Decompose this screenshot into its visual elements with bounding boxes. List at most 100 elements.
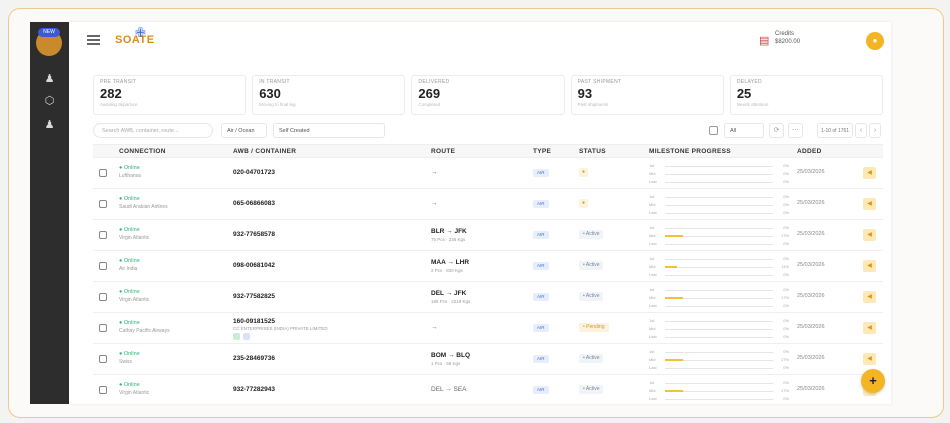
document-icon[interactable] (243, 333, 250, 340)
milestone-row: 1st 0% (649, 286, 789, 294)
row-checkbox[interactable] (99, 293, 107, 301)
milestone-label: Mid (649, 264, 656, 269)
prev-page-icon[interactable]: ‹ (855, 123, 867, 138)
next-page-icon[interactable]: › (869, 123, 881, 138)
table-row[interactable]: ● Online Virgin Atlantic 932-77658578 BLR →… (93, 220, 883, 251)
awb-number[interactable]: 020-04701723 (233, 169, 275, 176)
credits-icon[interactable]: ▤ (759, 34, 769, 47)
select-all-checkbox[interactable] (709, 126, 718, 135)
table-row[interactable]: ● Online Air India 098-00681042 MAA → LHR 2 … (93, 251, 883, 282)
route: BLR → JFK (431, 228, 467, 235)
milestone-label: Mid (649, 357, 656, 362)
milestone-label: 1st (649, 256, 655, 261)
milestone-label: 1st (649, 225, 655, 230)
row-checkbox[interactable] (99, 324, 107, 332)
milestone-progress: 1st 0% Mid 0% Last 0% (649, 193, 789, 217)
awb-number[interactable]: 065-06866083 (233, 200, 275, 207)
share-icon[interactable]: ◀ (863, 167, 876, 179)
milestone-row: Mid 17% (649, 294, 789, 302)
milestone-row: Last 0% (649, 302, 789, 310)
team-icon[interactable]: ♟ (42, 118, 57, 133)
stat-card[interactable]: DELAYED 25 Needs attention (729, 75, 884, 115)
milestone-percent: 17% (780, 233, 789, 238)
milestone-percent: 0% (783, 163, 789, 168)
share-icon[interactable]: ◀ (863, 353, 876, 365)
source-select[interactable]: Self Created (273, 123, 385, 138)
milestone-row: 1st 0% (649, 224, 789, 232)
share-icon[interactable]: ◀ (863, 322, 876, 334)
awb-number[interactable]: 932-77582825 (233, 293, 275, 300)
milestone-percent: 0% (783, 171, 789, 176)
milestone-label: 1st (649, 380, 655, 385)
awb-number[interactable]: 160-09181525 (233, 318, 275, 325)
table-row[interactable]: ● Online Lufthansa 020-04701723 → AIR ● 1st 0% M… (93, 158, 883, 189)
carrier-name: Lufthansa (119, 173, 141, 179)
more-icon[interactable]: ⋯ (788, 123, 803, 138)
stat-value: 282 (100, 86, 122, 101)
table-row[interactable]: ● Online Cathay Pacific Airways 160-091815… (93, 313, 883, 344)
milestone-track (665, 352, 773, 353)
milestone-label: Mid (649, 388, 656, 393)
row-checkbox[interactable] (99, 231, 107, 239)
all-select[interactable]: All (724, 123, 764, 138)
row-checkbox[interactable] (99, 200, 107, 208)
stat-label: IN TRANSIT (259, 79, 290, 85)
mode-select[interactable]: Air / Ocean (221, 123, 267, 138)
awb-number[interactable]: 235-28469736 (233, 355, 275, 362)
search-input[interactable]: Search AWB, container, route... (93, 123, 213, 138)
type-badge: AIR (533, 355, 549, 363)
added-date: 25/03/2026 (797, 169, 825, 175)
table-row[interactable]: ● Online Swiss 235-28469736 BOM → BLQ 1 Pcs … (93, 344, 883, 375)
milestone-label: Last (649, 210, 657, 215)
share-icon[interactable]: ◀ (863, 291, 876, 303)
row-checkbox[interactable] (99, 262, 107, 270)
column-header: AWB / CONTAINER (233, 148, 297, 155)
settings-icon[interactable]: ⬡ (42, 94, 57, 109)
milestone-percent: 17% (780, 388, 789, 393)
type-badge: AIR (533, 324, 549, 332)
awb-number[interactable]: 098-00681042 (233, 262, 275, 269)
row-checkbox[interactable] (99, 386, 107, 394)
type-badge: AIR (533, 169, 549, 177)
milestone-progress: 1st 0% Mid 17% Last 0% (649, 348, 789, 372)
plane-icon: ✙ (135, 25, 146, 40)
awb-number[interactable]: 932-77282943 (233, 386, 275, 393)
stat-card[interactable]: DELIVERED 269 Completed (411, 75, 565, 115)
milestone-track (665, 182, 773, 183)
carrier-name: Virgin Atlantic (119, 297, 150, 303)
row-checkbox[interactable] (99, 169, 107, 177)
carrier-name: Virgin Atlantic (119, 390, 150, 396)
menu-icon[interactable] (87, 35, 100, 45)
status-badge: ● (579, 199, 589, 208)
milestone-track (665, 383, 773, 384)
column-header: STATUS (579, 148, 606, 155)
awb-number[interactable]: 932-77658578 (233, 231, 275, 238)
table-row[interactable]: ● Online Saudi Arabian Airlines 065-068660… (93, 189, 883, 220)
row-checkbox[interactable] (99, 355, 107, 363)
logo-icon[interactable]: NEW (36, 28, 62, 56)
stat-value: 630 (259, 86, 281, 101)
share-icon[interactable]: ◀ (863, 198, 876, 210)
column-header: CONNECTION (119, 148, 166, 155)
added-date: 25/03/2026 (797, 293, 825, 299)
awb-company: CC ENTERPRISES (INDIA) PRIVATE LIMITED (233, 326, 328, 331)
user-avatar[interactable]: ● (866, 32, 884, 50)
refresh-icon[interactable]: ⟳ (769, 123, 784, 138)
milestone-label: 1st (649, 318, 655, 323)
milestone-label: Mid (649, 295, 656, 300)
milestone-track (665, 329, 773, 330)
connection-status: ● Online (119, 289, 140, 295)
stat-sub: Moving to final leg (259, 102, 296, 107)
share-icon[interactable]: ◀ (863, 229, 876, 241)
share-icon[interactable]: ◀ (863, 260, 876, 272)
stat-card[interactable]: PRE TRANSIT 282 Awaiting departure (93, 75, 247, 115)
stat-card[interactable]: PAST SHIPMENT 93 Past shipments (570, 75, 724, 115)
table-row[interactable]: ● Online Virgin Atlantic 932-77282943 DEL →… (93, 375, 883, 404)
add-shipment-button[interactable]: + (861, 369, 885, 393)
table-row[interactable]: ● Online Virgin Atlantic 932-77582825 DEL →… (93, 282, 883, 313)
users-icon[interactable]: ♟ (42, 72, 57, 87)
stat-card[interactable]: IN TRANSIT 630 Moving to final leg (252, 75, 406, 115)
milestone-row: Last 0% (649, 333, 789, 341)
whatsapp-icon[interactable] (233, 333, 240, 340)
route-details: 75 Pcs · 236 Kgs (431, 237, 466, 242)
